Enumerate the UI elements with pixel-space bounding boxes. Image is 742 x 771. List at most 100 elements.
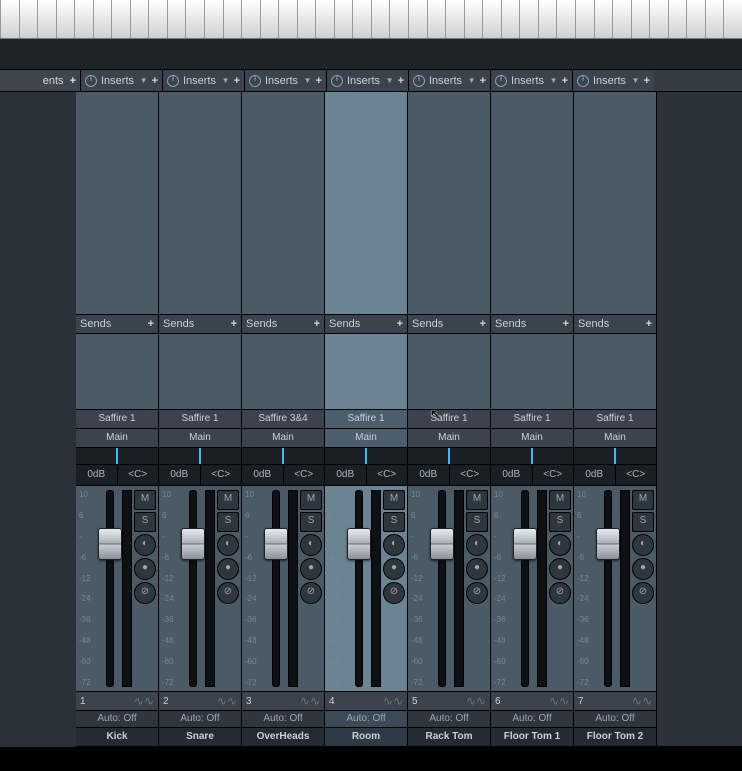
sends-slots[interactable] [159, 334, 241, 410]
record-arm-button[interactable]: ● [549, 558, 571, 580]
fader-track[interactable] [265, 486, 286, 691]
output-routing[interactable]: Main [408, 429, 490, 448]
inserts-slots[interactable] [242, 92, 324, 315]
fader-track[interactable] [99, 486, 120, 691]
add-insert-icon[interactable]: + [316, 75, 322, 87]
power-icon[interactable] [413, 75, 425, 87]
add-insert-icon[interactable]: + [562, 75, 568, 87]
channel-mode-icon[interactable]: ∿∿ [383, 694, 403, 708]
channel-number-row[interactable]: 4∿∿ [325, 692, 407, 711]
output-routing[interactable]: Main [242, 429, 324, 448]
input-routing[interactable]: Saffire 3&4 [242, 410, 324, 429]
output-routing[interactable]: Main [491, 429, 573, 448]
pan-slider[interactable] [325, 448, 407, 465]
fader-cap[interactable] [264, 528, 288, 560]
channel-name[interactable]: Rack Tom [408, 728, 490, 746]
solo-button[interactable]: S [134, 512, 156, 532]
channel-mode-icon[interactable]: ∿∿ [466, 694, 486, 708]
pan-slider[interactable] [242, 448, 324, 465]
power-icon[interactable] [577, 75, 589, 87]
pan-slider[interactable] [491, 448, 573, 465]
gain-readout[interactable]: 0dB [76, 465, 118, 485]
pan-readout[interactable]: <C> [118, 465, 159, 485]
monitor-button[interactable]: ◐ [383, 534, 405, 556]
channel-strip-overheads[interactable]: Sends+Saffire 3&4Main0dB<C>106--6-12-24-… [242, 92, 325, 746]
dropdown-triangle-icon[interactable]: ▼ [632, 76, 640, 85]
channel-mode-icon[interactable]: ∿∿ [134, 694, 154, 708]
channel-name[interactable]: OverHeads [242, 728, 324, 746]
channel-strip-snare[interactable]: Sends+Saffire 1Main0dB<C>106--6-12-24-36… [159, 92, 242, 746]
monitor-button[interactable]: ◐ [300, 534, 322, 556]
channel-number-row[interactable]: 7∿∿ [574, 692, 656, 711]
channel-strip-rack-tom[interactable]: Sends+Saffire 1Main0dB<C>106--6-12-24-36… [408, 92, 491, 746]
power-icon[interactable] [495, 75, 507, 87]
inserts-header[interactable]: Inserts▼+ [162, 70, 244, 91]
monitor-button[interactable]: ◐ [134, 534, 156, 556]
automation-bypass-button[interactable]: ⊘ [632, 582, 654, 604]
input-routing[interactable]: Saffire 1 [159, 410, 241, 429]
sends-slots[interactable] [325, 334, 407, 410]
mute-button[interactable]: M [632, 490, 654, 510]
dropdown-triangle-icon[interactable]: ▼ [550, 76, 558, 85]
automation-mode[interactable]: Auto: Off [574, 711, 656, 728]
record-arm-button[interactable]: ● [466, 558, 488, 580]
pan-readout[interactable]: <C> [284, 465, 325, 485]
inserts-header[interactable]: Inserts▼+ [572, 70, 654, 91]
fader-cap[interactable] [596, 528, 620, 560]
channel-number-row[interactable]: 1∿∿ [76, 692, 158, 711]
add-send-icon[interactable]: + [480, 318, 486, 330]
automation-bypass-button[interactable]: ⊘ [549, 582, 571, 604]
sends-slots[interactable] [408, 334, 490, 410]
sends-header[interactable]: Sends+ [159, 315, 241, 334]
output-routing[interactable]: Main [159, 429, 241, 448]
output-routing[interactable]: Main [325, 429, 407, 448]
add-send-icon[interactable]: + [231, 318, 237, 330]
input-routing[interactable]: Saffire 1 [574, 410, 656, 429]
gain-readout[interactable]: 0dB [574, 465, 616, 485]
pan-slider[interactable] [159, 448, 241, 465]
add-send-icon[interactable]: + [646, 318, 652, 330]
sends-header[interactable]: Sends+ [76, 315, 158, 334]
gain-readout[interactable]: 0dB [408, 465, 450, 485]
channel-mode-icon[interactable]: ∿∿ [300, 694, 320, 708]
automation-bypass-button[interactable]: ⊘ [383, 582, 405, 604]
add-insert-icon[interactable]: + [398, 75, 404, 87]
record-arm-button[interactable]: ● [632, 558, 654, 580]
add-send-icon[interactable]: + [314, 318, 320, 330]
output-routing[interactable]: Main [574, 429, 656, 448]
monitor-button[interactable]: ◐ [466, 534, 488, 556]
channel-number-row[interactable]: 6∿∿ [491, 692, 573, 711]
inserts-slots[interactable] [408, 92, 490, 315]
record-arm-button[interactable]: ● [217, 558, 239, 580]
channel-name[interactable]: Floor Tom 2 [574, 728, 656, 746]
fader-cap[interactable] [98, 528, 122, 560]
record-arm-button[interactable]: ● [134, 558, 156, 580]
input-routing[interactable]: Saffire 1 [408, 410, 490, 429]
channel-name[interactable]: Kick [76, 728, 158, 746]
sends-header[interactable]: Sends+ [408, 315, 490, 334]
mute-button[interactable]: M [466, 490, 488, 510]
inserts-header[interactable]: Inserts▼+ [80, 70, 162, 91]
timeline-ruler[interactable]: document.write(Array.from({length:40}).m… [0, 0, 742, 39]
gain-readout[interactable]: 0dB [159, 465, 201, 485]
channel-mode-icon[interactable]: ∿∿ [632, 694, 652, 708]
channel-number-row[interactable]: 3∿∿ [242, 692, 324, 711]
dropdown-triangle-icon[interactable]: ▼ [222, 76, 230, 85]
inserts-header[interactable]: Inserts▼+ [490, 70, 572, 91]
inserts-header[interactable]: Inserts▼+ [326, 70, 408, 91]
input-routing[interactable]: Saffire 1 [325, 410, 407, 429]
inserts-slots[interactable] [574, 92, 656, 315]
monitor-button[interactable]: ◐ [549, 534, 571, 556]
automation-mode[interactable]: Auto: Off [76, 711, 158, 728]
pan-slider[interactable] [76, 448, 158, 465]
channel-strip-kick[interactable]: Sends+Saffire 1Main0dB<C>106--6-12-24-36… [76, 92, 159, 746]
inserts-slots[interactable] [76, 92, 158, 315]
add-insert-icon[interactable]: + [152, 75, 158, 87]
solo-button[interactable]: S [217, 512, 239, 532]
input-routing[interactable]: Saffire 1 [76, 410, 158, 429]
power-icon[interactable] [249, 75, 261, 87]
dropdown-triangle-icon[interactable]: ▼ [386, 76, 394, 85]
channel-name[interactable]: Floor Tom 1 [491, 728, 573, 746]
solo-button[interactable]: S [632, 512, 654, 532]
solo-button[interactable]: S [549, 512, 571, 532]
